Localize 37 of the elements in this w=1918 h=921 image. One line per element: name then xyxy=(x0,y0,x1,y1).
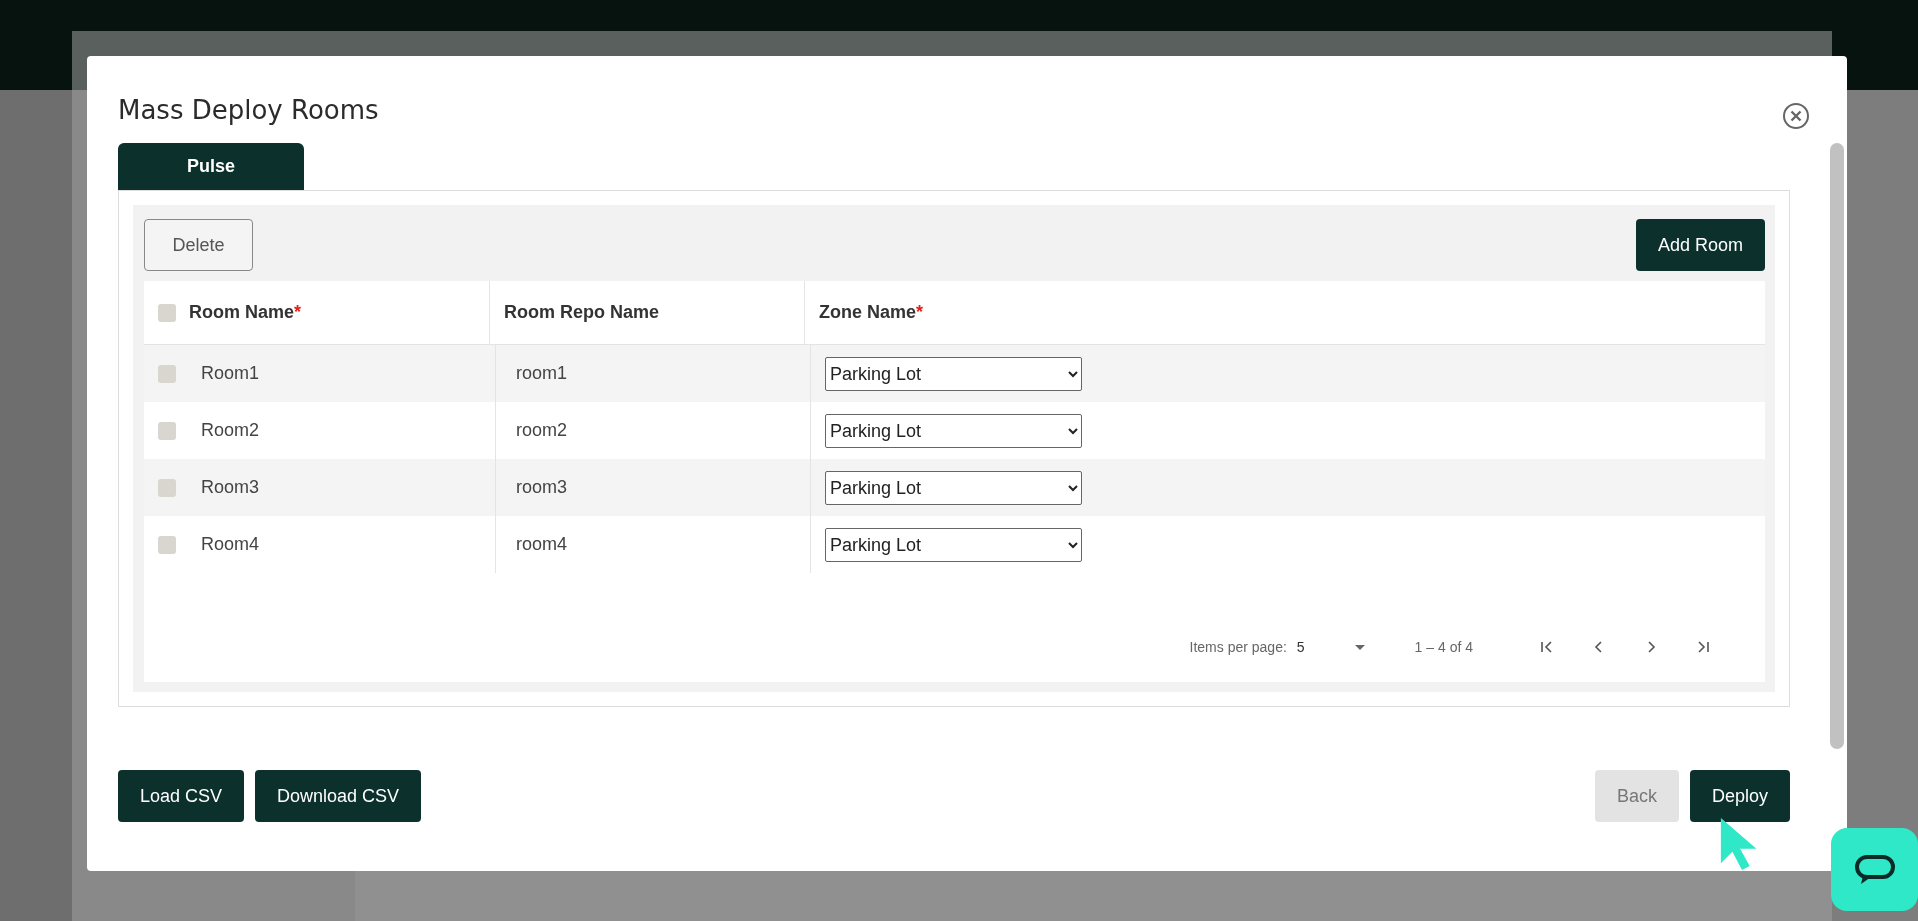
table-cell-text: Room1 xyxy=(200,363,260,384)
add-room-button[interactable]: Add Room xyxy=(1635,219,1765,271)
items-per-page-label: Items per page: xyxy=(1189,639,1287,655)
page-range: 1 – 4 of 4 xyxy=(1414,639,1473,655)
table-cell-text: room3 xyxy=(515,477,568,498)
scrollbar[interactable] xyxy=(1830,143,1844,749)
table-cell-text: Room2 xyxy=(200,420,260,441)
table-cell-text: Room4 xyxy=(200,534,260,555)
footer-button[interactable]: Deploy xyxy=(1689,770,1790,822)
page-size-dropdown[interactable]: 5 xyxy=(1296,639,1365,655)
row-checkbox[interactable] xyxy=(157,535,176,554)
row-checkbox[interactable] xyxy=(157,478,176,497)
last-page-icon[interactable] xyxy=(1696,640,1710,654)
table-cell-text: room4 xyxy=(515,534,568,555)
table-cell-text: Room3 xyxy=(200,477,260,498)
row-checkbox[interactable] xyxy=(157,364,176,383)
zone-dropdown[interactable]: Parking Lot xyxy=(825,470,1082,505)
tab[interactable]: Pulse xyxy=(118,143,304,190)
chat-bubble-icon xyxy=(1854,854,1895,885)
footer-button[interactable]: Load CSV xyxy=(118,770,245,822)
column-header: Room Repo Name xyxy=(504,302,660,323)
first-page-icon[interactable] xyxy=(1540,640,1554,654)
caret-icon xyxy=(1354,644,1365,650)
table-cell-text: room1 xyxy=(515,363,568,384)
zone-dropdown[interactable]: Parking Lot xyxy=(825,356,1082,391)
footer-button[interactable]: Download CSV xyxy=(255,770,422,822)
column-header: Room Name* xyxy=(189,302,302,323)
select-all-checkbox[interactable] xyxy=(157,303,176,322)
row-checkbox[interactable] xyxy=(157,421,176,440)
zone-dropdown[interactable]: Parking Lot xyxy=(825,413,1082,448)
zone-dropdown[interactable]: Parking Lot xyxy=(825,527,1082,562)
chat-button[interactable] xyxy=(1831,828,1918,911)
close-icon[interactable] xyxy=(1782,102,1810,130)
dialog-title: Mass Deploy Rooms xyxy=(118,95,379,125)
column-header: Zone Name* xyxy=(819,302,924,323)
delete-button[interactable]: Delete xyxy=(144,219,253,271)
table-cell-text: room2 xyxy=(515,420,568,441)
